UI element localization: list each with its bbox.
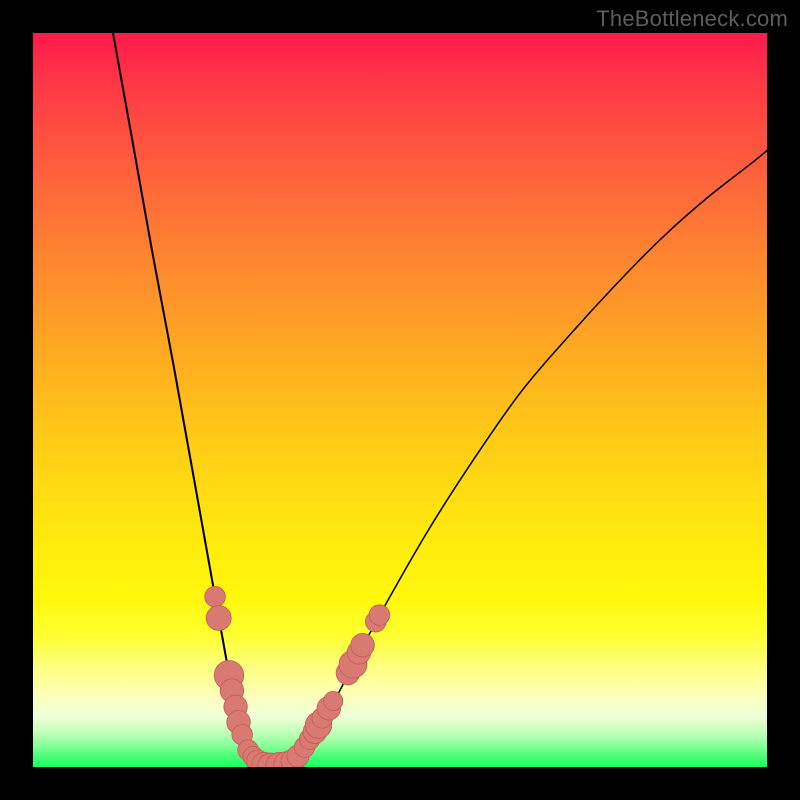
curve-left-branch [113, 33, 276, 767]
bottleneck-curve [113, 33, 767, 767]
chart-frame: TheBottleneck.com [0, 0, 800, 800]
marker-point [351, 633, 374, 656]
plot-area [33, 33, 767, 767]
watermark-text: TheBottleneck.com [596, 6, 788, 32]
curve-layer [33, 33, 767, 767]
marker-group [205, 586, 390, 767]
marker-point [369, 605, 390, 626]
marker-point [206, 606, 231, 631]
marker-point [205, 586, 226, 607]
marker-point [324, 691, 343, 710]
